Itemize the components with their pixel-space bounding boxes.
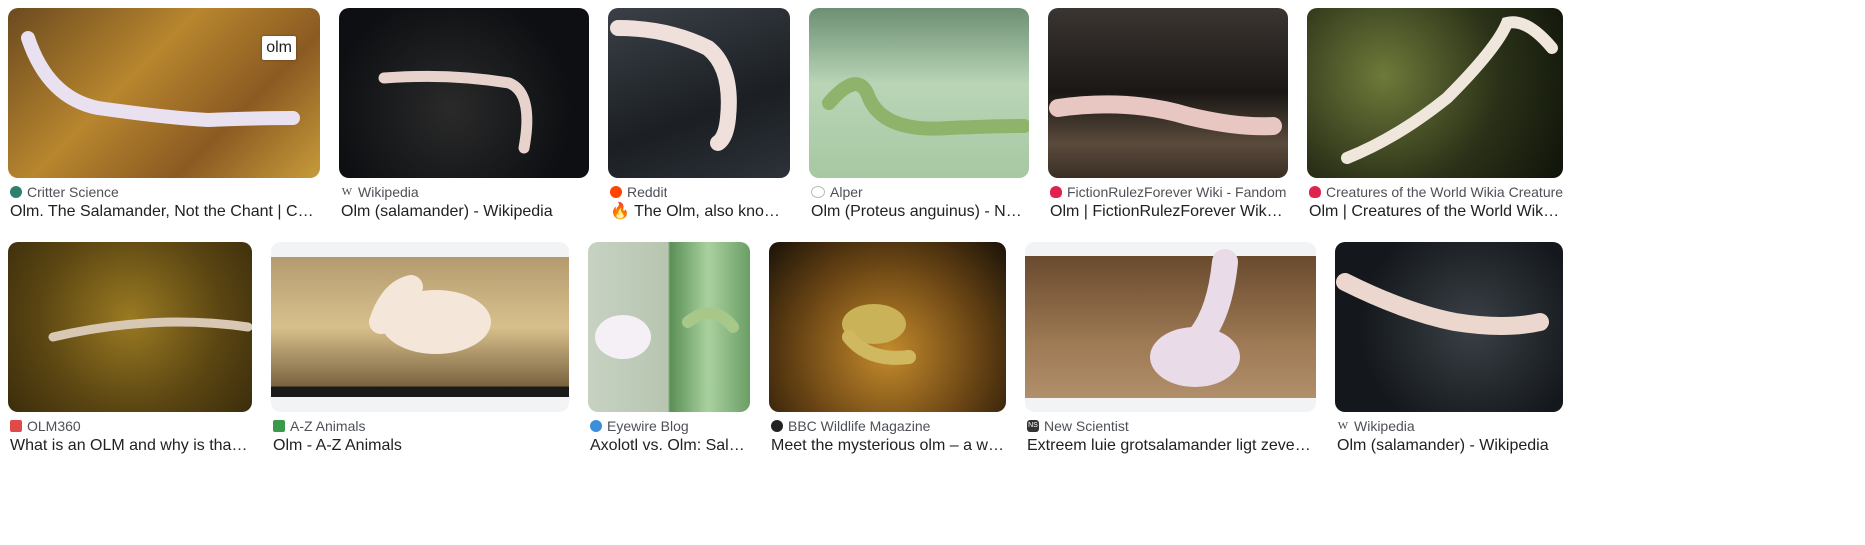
image-result-5[interactable]: FictionRulezForever Wiki - Fandom Olm | … (1048, 8, 1288, 223)
reddit-favicon-icon (610, 186, 622, 198)
result-source[interactable]: Creatures of the World Wikia Creatures o… (1309, 183, 1563, 201)
fandom-favicon-icon (1050, 186, 1062, 198)
fandom-favicon-icon (1309, 186, 1321, 198)
source-name: Reddit (627, 184, 668, 200)
olm-image (1336, 273, 1549, 335)
result-source[interactable]: W Wikipedia (341, 183, 419, 201)
az-animals-favicon-icon (273, 420, 285, 432)
result-source[interactable]: FictionRulezForever Wiki - Fandom (1050, 183, 1286, 201)
image-label-badge: olm (262, 36, 296, 60)
result-title[interactable]: Olm | Creatures of the World Wikia | F..… (1309, 201, 1561, 223)
result-source[interactable]: Reddit (610, 183, 667, 201)
result-thumbnail[interactable] (1335, 242, 1563, 412)
olm-image (1049, 95, 1282, 136)
olm-image (1341, 16, 1558, 164)
wikipedia-favicon-icon: W (1337, 420, 1349, 432)
source-name: Critter Science (27, 184, 119, 200)
result-source[interactable]: Critter Science (10, 183, 119, 201)
source-name: Eyewire Blog (607, 418, 689, 434)
olm-image (822, 77, 1029, 136)
new-scientist-favicon-icon: NS (1027, 420, 1039, 432)
result-source[interactable]: A-Z Animals (273, 417, 365, 435)
source-name: New Scientist (1044, 418, 1129, 434)
result-title[interactable]: Olm | FictionRulezForever Wiki | Fa... (1050, 201, 1286, 223)
result-thumbnail[interactable] (339, 8, 589, 178)
result-thumbnail[interactable] (809, 8, 1029, 178)
image-result-3[interactable]: Reddit 🔥 The Olm, also known a... (608, 8, 790, 223)
source-name: Alper (830, 184, 863, 200)
alper-favicon-icon (811, 186, 825, 198)
image-result-2[interactable]: W Wikipedia Olm (salamander) - Wikipedia (339, 8, 589, 223)
olm-image (378, 70, 533, 154)
result-source[interactable]: W Wikipedia (1337, 417, 1415, 435)
source-name: Wikipedia (358, 184, 419, 200)
result-title[interactable]: What is an OLM and why is that on o... (10, 435, 250, 457)
result-title[interactable]: Olm. The Salamander, Not the Chant | Cri… (10, 201, 315, 223)
result-thumbnail[interactable] (1048, 8, 1288, 178)
olm-image (595, 307, 739, 359)
result-title[interactable]: Axolotl vs. Olm: Salam... (590, 435, 748, 457)
source-name: A-Z Animals (290, 418, 366, 434)
result-thumbnail[interactable] (588, 242, 750, 412)
result-source[interactable]: Alper (811, 183, 863, 201)
result-thumbnail[interactable] (1025, 242, 1316, 412)
paw-favicon-icon (771, 420, 783, 432)
olm-image (842, 304, 916, 365)
result-thumbnail[interactable] (8, 242, 252, 412)
result-source[interactable]: Eyewire Blog (590, 417, 689, 435)
result-thumbnail[interactable] (1307, 8, 1563, 178)
image-result-9[interactable]: Eyewire Blog Axolotl vs. Olm: Salam... (588, 242, 750, 457)
result-title[interactable]: Extreem luie grotsalamander ligt zeven j… (1027, 435, 1314, 457)
olm-image (21, 31, 300, 128)
result-source[interactable]: OLM360 (10, 417, 81, 435)
image-result-11[interactable]: NS New Scientist Extreem luie grotsalama… (1025, 242, 1316, 457)
image-result-12[interactable]: W Wikipedia Olm (salamander) - Wikipedia (1335, 242, 1563, 457)
olm-image (48, 317, 252, 342)
wikipedia-favicon-icon: W (341, 186, 353, 198)
result-title[interactable]: Meet the mysterious olm – a weird ... (771, 435, 1004, 457)
image-result-1[interactable]: olm Critter Science Olm. The Salamander,… (8, 8, 320, 223)
result-title[interactable]: Olm - A-Z Animals (273, 435, 567, 457)
result-title[interactable]: 🔥 The Olm, also known a... (610, 201, 790, 223)
image-result-6[interactable]: Creatures of the World Wikia Creatures o… (1307, 8, 1563, 223)
result-thumbnail[interactable] (769, 242, 1006, 412)
image-result-10[interactable]: BBC Wildlife Magazine Meet the mysteriou… (769, 242, 1006, 457)
source-name: OLM360 (27, 418, 81, 434)
olm-image (610, 20, 737, 151)
eyewire-favicon-icon (590, 420, 602, 432)
result-source[interactable]: NS New Scientist (1027, 417, 1129, 435)
image-result-7[interactable]: OLM360 What is an OLM and why is that on… (8, 242, 252, 457)
olm-image (1150, 249, 1240, 387)
result-thumbnail[interactable] (608, 8, 790, 178)
source-name: Creatures of the World Wikia Creatures o… (1326, 184, 1563, 200)
source-name: FictionRulezForever Wiki - Fandom (1067, 184, 1287, 200)
result-title[interactable]: Olm (salamander) - Wikipedia (341, 201, 586, 223)
image-result-8[interactable]: A-Z Animals Olm - A-Z Animals (271, 242, 569, 457)
result-source[interactable]: BBC Wildlife Magazine (771, 417, 930, 435)
source-name: Wikipedia (1354, 418, 1415, 434)
result-thumbnail[interactable] (271, 242, 569, 412)
olm-image (369, 275, 491, 354)
result-thumbnail[interactable]: olm (8, 8, 320, 178)
source-name: BBC Wildlife Magazine (788, 418, 931, 434)
result-title[interactable]: Olm (salamander) - Wikipedia (1337, 435, 1561, 457)
olm360-favicon-icon (10, 420, 22, 432)
critter-science-favicon-icon (10, 186, 22, 198)
result-title[interactable]: Olm (Proteus anguinus) - Nation... (811, 201, 1026, 223)
image-result-4[interactable]: Alper Olm (Proteus anguinus) - Nation... (809, 8, 1029, 223)
